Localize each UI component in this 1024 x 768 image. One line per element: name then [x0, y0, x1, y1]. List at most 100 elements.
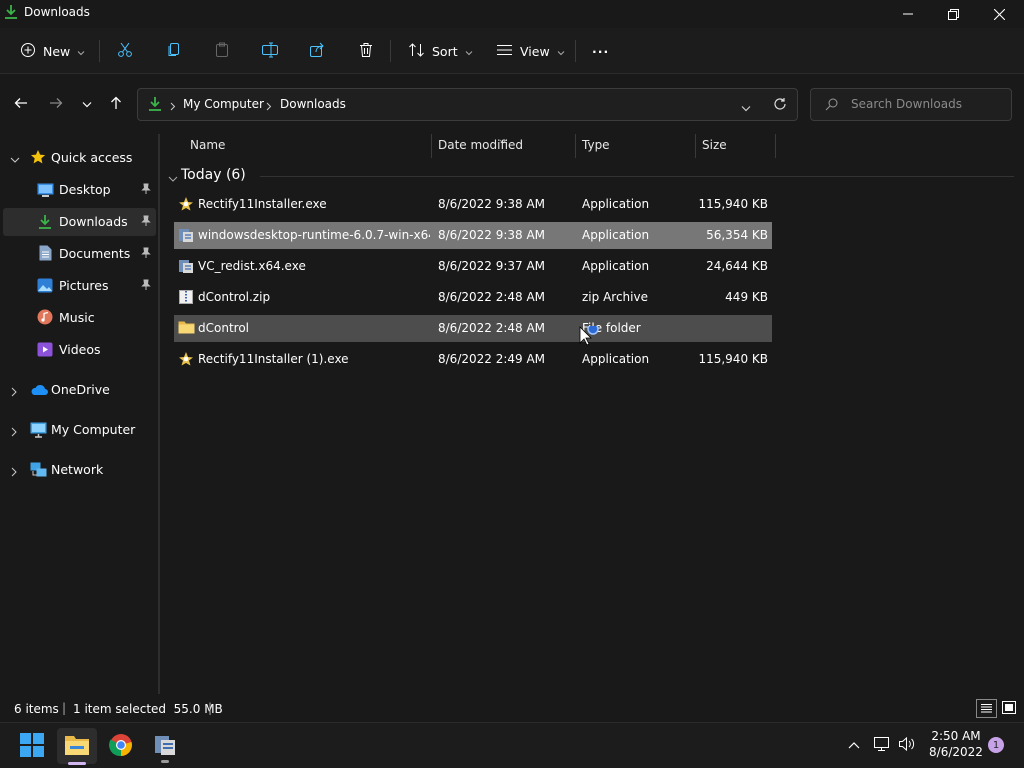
file-row[interactable]: Rectify11Installer (1).exe 8/6/2022 2:49… — [174, 346, 772, 373]
details-view-button[interactable] — [976, 699, 997, 718]
refresh-icon[interactable] — [773, 97, 787, 114]
download-icon — [148, 96, 162, 115]
rename-icon — [261, 42, 279, 61]
arrow-left-icon — [14, 97, 28, 112]
chevron-right-icon[interactable] — [11, 385, 17, 400]
delete-button[interactable] — [358, 28, 374, 74]
tiles-view-button[interactable] — [1001, 700, 1017, 719]
sidebar-item-videos[interactable]: Videos — [0, 336, 156, 364]
minimize-button[interactable] — [885, 0, 931, 28]
sidebar-item-documents[interactable]: Documents — [0, 240, 156, 268]
column-divider[interactable] — [775, 134, 776, 158]
chevron-right-icon — [170, 100, 176, 114]
trash-icon — [358, 42, 374, 61]
list-view-icon — [496, 43, 513, 60]
mouse-cursor-icon — [579, 323, 607, 353]
sidebar-item-music[interactable]: Music — [0, 304, 156, 332]
sidebar-item-quick-access[interactable]: Quick access — [0, 144, 156, 172]
notification-badge[interactable]: 1 — [988, 737, 1004, 753]
chevron-right-icon[interactable] — [11, 465, 17, 480]
volume-icon[interactable] — [898, 736, 916, 755]
rename-button[interactable] — [261, 28, 279, 74]
sidebar-label: Downloads — [59, 214, 128, 229]
details-view-icon — [981, 704, 992, 713]
file-name: dControl — [198, 321, 249, 335]
file-row[interactable]: dControl.zip 8/6/2022 2:48 AM zip Archiv… — [174, 284, 772, 311]
file-date: 8/6/2022 2:49 AM — [438, 352, 546, 366]
file-type: Application — [582, 197, 650, 211]
star-icon — [30, 149, 46, 168]
chevron-down-icon — [557, 44, 565, 59]
sidebar-item-my-computer[interactable]: My Computer — [0, 416, 156, 444]
breadcrumb-downloads[interactable]: Downloads — [280, 97, 346, 111]
group-label: Today (6) — [181, 167, 246, 183]
setup-icon — [153, 733, 177, 760]
pin-icon — [141, 247, 151, 262]
column-divider[interactable] — [431, 134, 432, 158]
chevron-down-icon — [82, 97, 92, 111]
close-button[interactable] — [976, 0, 1022, 28]
music-icon — [37, 309, 53, 328]
file-name: Rectify11Installer.exe — [198, 197, 327, 211]
setup-icon — [178, 227, 194, 246]
scissors-icon — [117, 42, 133, 61]
file-type: Application — [582, 228, 650, 242]
taskbar-file-explorer[interactable] — [57, 728, 97, 765]
clock[interactable]: 2:50 AM 8/6/2022 — [928, 728, 984, 760]
file-row[interactable]: dControl 8/6/2022 2:48 AM File folder — [174, 315, 772, 342]
toolbar-divider — [575, 40, 576, 62]
file-row[interactable]: Rectify11Installer.exe 8/6/2022 9:38 AM … — [174, 191, 772, 218]
file-size: 56,354 KB — [706, 228, 768, 242]
column-header-type[interactable]: Type — [582, 134, 610, 158]
back-button[interactable] — [9, 92, 33, 116]
column-header-name[interactable]: Name — [190, 134, 225, 158]
recent-locations-button[interactable] — [75, 92, 99, 116]
sidebar-label: OneDrive — [51, 382, 110, 397]
sidebar-item-pictures[interactable]: Pictures — [0, 272, 156, 300]
paste-button[interactable] — [214, 28, 230, 74]
clock-date: 8/6/2022 — [929, 745, 983, 759]
cut-button[interactable] — [117, 28, 133, 74]
group-header-today[interactable]: Today (6) — [168, 166, 1014, 188]
chevron-down-icon — [168, 172, 178, 186]
column-divider[interactable] — [695, 134, 696, 158]
file-type: zip Archive — [582, 290, 648, 304]
start-button[interactable] — [12, 728, 52, 764]
restore-button[interactable] — [930, 0, 976, 28]
file-row[interactable]: VC_redist.x64.exe 8/6/2022 9:37 AM Appli… — [174, 253, 772, 280]
network-status-icon[interactable] — [873, 736, 891, 755]
sidebar-item-network[interactable]: Network — [0, 456, 156, 484]
taskbar-chrome[interactable] — [101, 728, 141, 764]
chevron-down-icon[interactable] — [10, 152, 20, 167]
column-header-date[interactable]: Date modified — [438, 134, 523, 158]
sidebar-item-desktop[interactable]: Desktop — [0, 176, 156, 204]
sort-button[interactable]: Sort — [408, 28, 473, 74]
more-options-button[interactable]: ··· — [592, 28, 609, 74]
taskbar-installer[interactable] — [145, 728, 185, 764]
sidebar-item-downloads[interactable]: Downloads — [3, 208, 156, 236]
setup-icon — [178, 258, 194, 277]
chrome-icon — [108, 733, 133, 760]
address-bar[interactable]: My Computer Downloads — [137, 88, 798, 121]
new-button[interactable]: New — [20, 28, 85, 74]
videos-icon — [37, 342, 53, 360]
share-button[interactable] — [309, 28, 325, 74]
sidebar-label: Desktop — [59, 182, 111, 197]
up-button[interactable] — [104, 92, 128, 116]
breadcrumb-my-computer[interactable]: My Computer — [183, 97, 264, 111]
copy-button[interactable] — [166, 28, 182, 74]
download-icon — [4, 4, 18, 23]
forward-button[interactable] — [44, 92, 68, 116]
toolbar-divider — [99, 40, 100, 62]
plus-circle-icon — [20, 42, 36, 61]
sidebar-item-onedrive[interactable]: OneDrive — [0, 376, 156, 404]
search-box[interactable]: Search Downloads — [810, 88, 1012, 121]
column-divider[interactable] — [575, 134, 576, 158]
column-header-size[interactable]: Size — [702, 134, 727, 158]
view-button[interactable]: View — [496, 28, 565, 74]
sidebar-label: My Computer — [51, 422, 136, 437]
file-row[interactable]: windowsdesktop-runtime-6.0.7-win-x64....… — [174, 222, 772, 249]
show-hidden-icons-button[interactable] — [848, 738, 860, 752]
address-history-dropdown[interactable] — [741, 101, 751, 115]
chevron-right-icon[interactable] — [11, 425, 17, 440]
